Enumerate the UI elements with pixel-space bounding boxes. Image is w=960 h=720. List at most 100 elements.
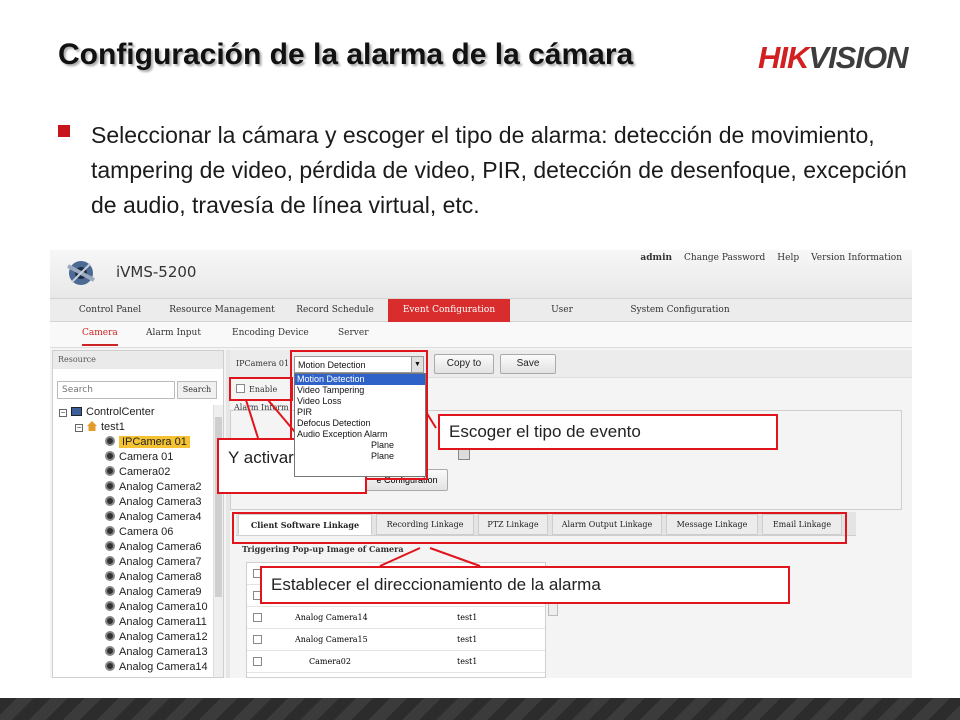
tree-camera[interactable]: Analog Camera3	[105, 495, 202, 510]
tree-label: Analog Camera14	[119, 661, 208, 673]
tree-group-test1[interactable]: − test1	[75, 420, 125, 435]
change-password-link[interactable]: Change Password	[684, 253, 765, 263]
save-button[interactable]: Save	[500, 354, 556, 374]
tree-camera[interactable]: Analog Camera9	[105, 585, 202, 600]
version-information-link[interactable]: Version Information	[811, 253, 902, 263]
tree-label: Analog Camera3	[119, 496, 202, 508]
camera-icon	[105, 646, 115, 656]
camera-icon	[105, 541, 115, 551]
tree-label: test1	[101, 421, 125, 433]
tree-camera[interactable]: Analog Camera12	[105, 630, 208, 645]
camera-icon	[105, 436, 115, 446]
camera-icon	[105, 601, 115, 611]
logo-rest: VISION	[808, 40, 908, 75]
subtab-encoding-device[interactable]: Encoding Device	[232, 328, 309, 338]
camera-icon	[105, 496, 115, 506]
subtab-alarm-input[interactable]: Alarm Input	[146, 328, 201, 338]
resource-header: Resource	[53, 351, 223, 369]
tab-resource-management[interactable]: Resource Management	[168, 299, 276, 323]
tree-camera[interactable]: Analog Camera6	[105, 540, 202, 555]
ivms-logo-icon	[67, 261, 95, 285]
option-plane[interactable]: Plane	[295, 451, 425, 462]
table-row[interactable]: Analog Camera14 test1	[247, 607, 545, 629]
option-video-tampering[interactable]: Video Tampering	[295, 385, 425, 396]
resource-panel: Resource Search −ControlCenter − test1 IP…	[52, 350, 224, 678]
tab-system-configuration[interactable]: System Configuration	[624, 299, 736, 323]
option-defocus-detection[interactable]: Defocus Detection	[295, 418, 425, 429]
copy-to-button[interactable]: Copy to	[434, 354, 494, 374]
tree-label: Camera 01	[119, 451, 174, 463]
tree-camera[interactable]: Analog Camera10	[105, 600, 208, 615]
tree-label: Analog Camera8	[119, 571, 202, 583]
resource-search-input[interactable]	[57, 381, 175, 399]
option-video-loss[interactable]: Video Loss	[295, 396, 425, 407]
row-camera-name: Camera02	[309, 657, 351, 666]
popup-image-label: Triggering Pop-up Image of Camera	[242, 544, 404, 554]
table-row[interactable]: Camera02 test1	[247, 651, 545, 673]
tree-label: Analog Camera2	[119, 481, 202, 493]
house-icon	[87, 421, 97, 431]
camera-icon	[105, 511, 115, 521]
collapse-icon[interactable]: −	[75, 424, 83, 432]
tree-camera-ipcamera-01[interactable]: IPCamera 01	[105, 435, 190, 450]
row-camera-name: Analog Camera15	[295, 635, 368, 644]
tab-user-management[interactable]: User Management	[520, 299, 604, 338]
tree-label: Analog Camera12	[119, 631, 208, 643]
camera-icon	[105, 616, 115, 626]
camera-icon	[105, 556, 115, 566]
camera-icon	[105, 661, 115, 671]
row-group: test1	[457, 657, 478, 666]
row-checkbox[interactable]	[253, 635, 262, 644]
tree-root-controlcenter[interactable]: − ControlCenter	[59, 405, 154, 420]
logo-hi: HIK	[758, 40, 809, 75]
row-group: test1	[457, 613, 478, 622]
app-topbar: iVMS-5200 admin Change Password Help Ver…	[50, 250, 912, 298]
resource-search-button[interactable]: Search	[177, 381, 217, 399]
tree-label: Analog Camera7	[119, 556, 202, 568]
top-links: admin Change Password Help Version Infor…	[640, 253, 902, 263]
selected-camera-label: IPCamera 01	[236, 359, 290, 368]
tree-camera[interactable]: Analog Camera11	[105, 615, 207, 630]
event-type-callout: Escoger el tipo de evento	[438, 414, 778, 450]
table-row[interactable]: Analog Camera15 test1	[247, 629, 545, 651]
tree-camera[interactable]: Analog Camera2	[105, 480, 202, 495]
tree-label: Analog Camera6	[119, 541, 202, 553]
option-pir[interactable]: PIR	[295, 407, 425, 418]
camera-icon	[105, 526, 115, 536]
main-nav: Control Panel Resource Management Record…	[50, 298, 912, 338]
option-motion-detection[interactable]: Motion Detection	[295, 374, 425, 385]
help-link[interactable]: Help	[777, 253, 799, 263]
enable-highlight	[229, 377, 293, 401]
tree-camera[interactable]: Analog Camera13	[105, 645, 208, 660]
tree-camera[interactable]: Camera 06	[105, 525, 173, 540]
tab-record-schedule[interactable]: Record Schedule	[290, 299, 380, 323]
option-plane[interactable]: Plane	[295, 440, 425, 451]
tree-camera[interactable]: Analog Camera8	[105, 570, 202, 585]
camera-icon	[105, 451, 115, 461]
tab-control-panel[interactable]: Control Panel	[68, 299, 152, 323]
hikvision-logo: HIKVISION	[758, 40, 908, 76]
subtab-camera[interactable]: Camera	[82, 328, 118, 346]
subtab-server[interactable]: Server	[338, 328, 369, 338]
tree-camera[interactable]: Analog Camera7	[105, 555, 202, 570]
row-group: test1	[457, 635, 478, 644]
tree-label: Analog Camera13	[119, 646, 208, 658]
tab-event-configuration[interactable]: Event Configuration	[388, 299, 510, 323]
tree-camera[interactable]: Camera 01	[105, 450, 173, 465]
tree-label: Analog Camera9	[119, 586, 202, 598]
row-checkbox[interactable]	[253, 657, 262, 666]
slide-title: Configuración de la alarma de la cámara	[58, 38, 634, 71]
bullet-square-icon	[58, 125, 70, 137]
tree-label: Analog Camera10	[119, 601, 208, 613]
app-name: iVMS-5200	[116, 263, 197, 281]
linkage-tabs-highlight	[232, 512, 847, 544]
row-checkbox[interactable]	[253, 613, 262, 622]
camera-icon	[105, 466, 115, 476]
option-audio-exception[interactable]: Audio Exception Alarm	[295, 429, 425, 440]
camera-icon	[105, 631, 115, 641]
tree-camera[interactable]: Camera02	[105, 465, 170, 480]
sub-nav: Camera Alarm Input Encoding Device Serve…	[50, 322, 912, 348]
tree-camera[interactable]: Analog Camera14	[105, 660, 208, 675]
collapse-icon[interactable]: −	[59, 409, 67, 417]
tree-camera[interactable]: Analog Camera4	[105, 510, 202, 525]
